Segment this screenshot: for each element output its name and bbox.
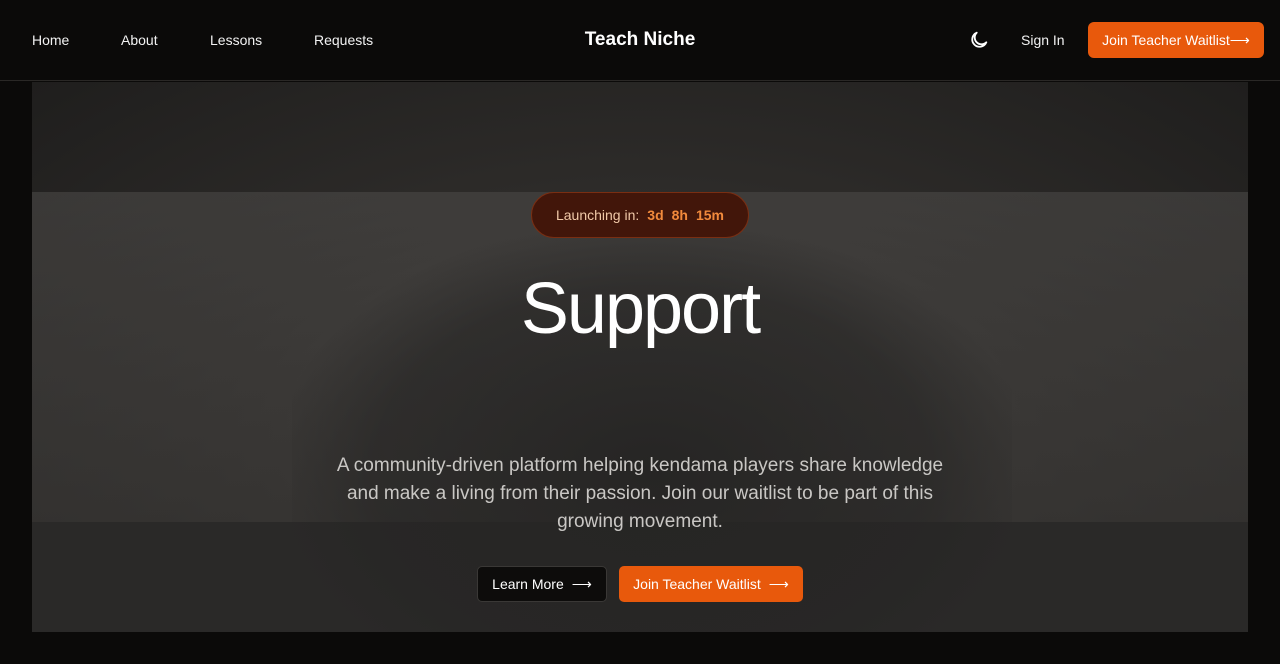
- learn-more-button[interactable]: Learn More ⟶: [477, 566, 607, 602]
- hero-section: Launching in: 3d 8h 15m Support A commun…: [32, 82, 1248, 632]
- nav-requests[interactable]: Requests: [314, 32, 373, 48]
- join-label: Join Teacher Waitlist: [633, 576, 761, 592]
- countdown-minutes: 15m: [695, 207, 724, 223]
- learn-more-label: Learn More: [492, 576, 564, 592]
- arrow-right-icon: ⟶: [768, 575, 789, 592]
- moon-icon[interactable]: [968, 29, 990, 51]
- hero-join-waitlist-button[interactable]: Join Teacher Waitlist ⟶: [619, 566, 803, 602]
- nav-lessons[interactable]: Lessons: [210, 32, 262, 48]
- nav-home[interactable]: Home: [32, 32, 69, 48]
- hero-title: Support: [520, 269, 761, 349]
- countdown-badge: Launching in: 3d 8h 15m: [531, 192, 749, 238]
- countdown-hours: 8h: [671, 207, 688, 223]
- hero-description: A community-driven platform helping kend…: [336, 455, 944, 532]
- arrow-right-icon: ⟶: [1229, 31, 1250, 48]
- top-nav: Home About Lessons Requests Teach Niche …: [0, 0, 1280, 81]
- nav-about[interactable]: About: [121, 32, 158, 48]
- countdown-label: Launching in:: [555, 207, 640, 223]
- countdown-days: 3d: [647, 207, 664, 223]
- sign-in-link[interactable]: Sign In: [1021, 32, 1065, 48]
- join-label: Join Teacher Waitlist: [1102, 32, 1230, 48]
- arrow-right-icon: ⟶: [571, 575, 592, 592]
- join-waitlist-button[interactable]: Join Teacher Waitlist ⟶: [1088, 22, 1264, 58]
